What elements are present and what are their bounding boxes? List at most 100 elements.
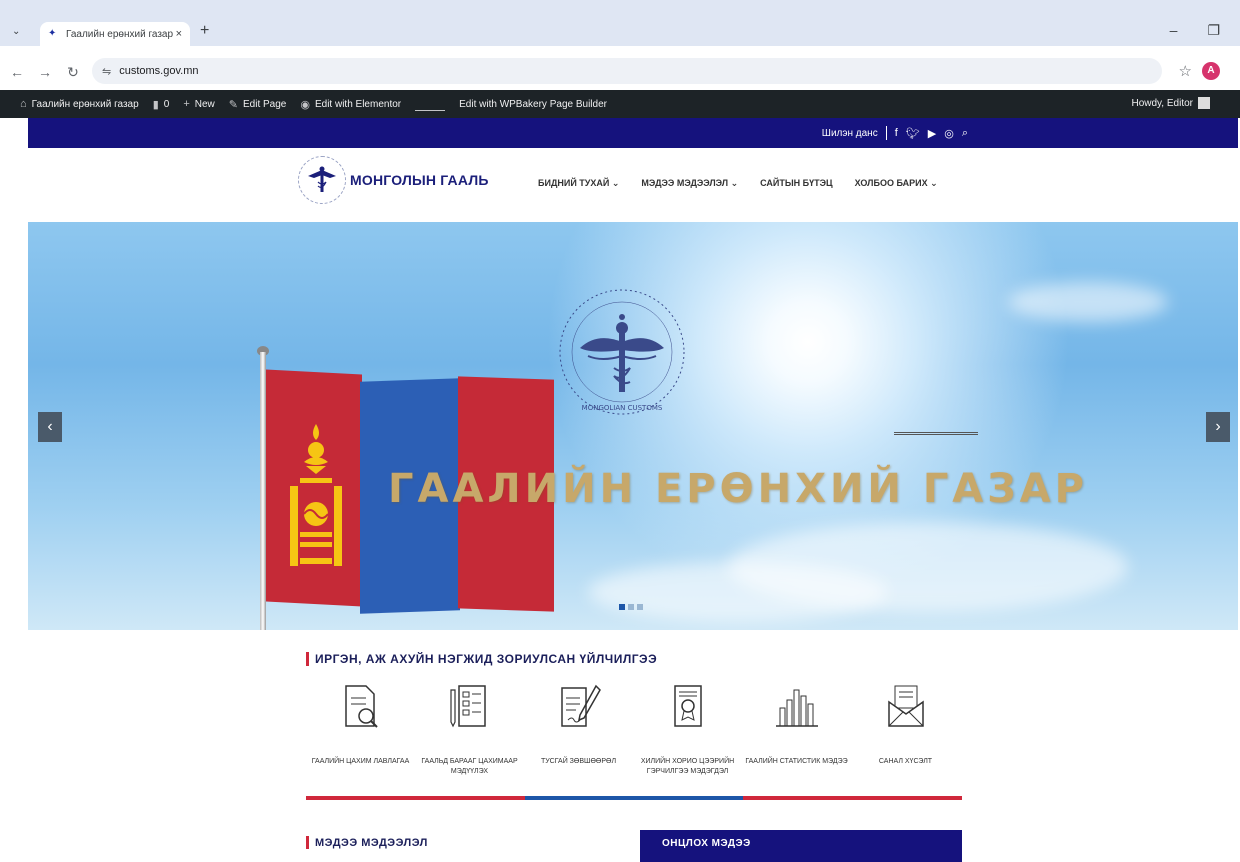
user-avatar [1198, 97, 1210, 109]
divider-red [743, 796, 963, 800]
back-arrow-icon[interactable]: ← [6, 64, 28, 80]
bar-chart-icon [775, 689, 818, 727]
permit-document-icon [560, 684, 601, 727]
tab-close-icon[interactable]: × [176, 28, 182, 40]
nav-contact[interactable]: ХОЛБОО БАРИХ ⌄ [855, 178, 938, 189]
main-nav: БИДНИЙ ТУХАЙ ⌄ МЭДЭЭ МЭДЭЭЛЭЛ ⌄ САЙТЫН Б… [538, 178, 938, 189]
profile-avatar[interactable]: A [1202, 62, 1220, 80]
slide-dot[interactable] [619, 604, 625, 610]
slide-dot[interactable] [637, 604, 643, 610]
instagram-icon[interactable]: ◎ [944, 127, 954, 140]
youtube-icon[interactable]: ▶ [928, 127, 936, 140]
slider-next-button[interactable]: › [1206, 412, 1230, 442]
nav-news[interactable]: МЭДЭЭ МЭДЭЭЛЭЛ ⌄ [641, 178, 738, 189]
envelope-icon [887, 685, 924, 727]
wp-admin-bar: ⌂ Гаалийн ерөнхий газар ▮ 0 + New ✎ Edit… [0, 90, 1240, 118]
chevron-down-icon: ⌄ [611, 178, 620, 188]
service-statistics[interactable]: ГААЛИЙН СТАТИСТИК МЭДЭЭ [742, 682, 851, 777]
site-info-icon[interactable]: ⇋ [102, 65, 111, 78]
site-logo[interactable]: МОНГОЛЫН ГААЛЬ [298, 156, 489, 204]
cloud-decoration [588, 562, 888, 622]
slider-prev-button[interactable]: ‹ [38, 412, 62, 442]
site-header: МОНГОЛЫН ГААЛЬ БИДНИЙ ТУХАЙ ⌄ МЭДЭЭ МЭДЭ… [28, 148, 1238, 222]
url-text: customs.gov.mn [119, 65, 199, 77]
nav-news-label: МЭДЭЭ МЭДЭЭЛЭЛ [641, 178, 729, 188]
howdy-label: Howdy, Editor [1131, 97, 1193, 109]
service-label: ГААЛЬД БАРААГ ЦАХИМААР МЭДҮҮЛЭХ [421, 758, 518, 775]
news-title-text: МЭДЭЭ МЭДЭЭЛЭЛ [315, 836, 428, 849]
reload-icon[interactable]: ↻ [62, 64, 84, 81]
wp-edit-page[interactable]: ✎ Edit Page [229, 98, 287, 111]
service-label: ГААЛИЙН СТАТИСТИК МЭДЭЭ [745, 758, 848, 765]
tricolor-divider [306, 796, 963, 800]
wpbakery-label: Edit with WPBakery Page Builder [459, 98, 607, 110]
wp-bar-divider [415, 97, 446, 111]
divider [885, 126, 887, 140]
services-list: ГААЛИЙН ЦАХИМ ЛАВЛАГАА ГААЛЬД БАРААГ ЦАХ… [306, 682, 962, 777]
nav-about[interactable]: БИДНИЙ ТУХАЙ ⌄ [538, 178, 619, 189]
bookmark-star-icon[interactable]: ☆ [1179, 62, 1192, 80]
divider-blue [524, 796, 744, 800]
news-title: МЭДЭЭ МЭДЭЭЛЭЛ [306, 836, 428, 849]
wp-comments[interactable]: ▮ 0 [153, 98, 170, 111]
chevron-down-icon: ⌄ [930, 178, 938, 188]
chevron-down-icon: ⌄ [730, 178, 739, 188]
service-label: ХИЛИЙН ХОРИО ЦЭЭРИЙН ГЭРЧИЛГЭЭ МЭДЭГДЭЛ [640, 758, 735, 775]
services-title-text: ИРГЭН, АЖ АХУЙН НЭГЖИД ЗОРИУЛСАН ҮЙЛЧИЛГ… [315, 652, 658, 666]
account-link[interactable]: Шилэн данс [822, 128, 878, 139]
wp-wpbakery[interactable]: Edit with WPBakery Page Builder [459, 99, 607, 110]
wp-new[interactable]: + New [183, 98, 214, 110]
twitter-icon[interactable]: 🐦︎ [906, 127, 920, 140]
slider-pagination [619, 604, 643, 610]
service-label: САНАЛ ХҮСЭЛТ [878, 758, 933, 765]
hero-slider: MONGOLIAN CUSTOMS ГААЛИЙН ЕРӨНХИЙ ГАЗАР … [28, 222, 1238, 630]
divider-red [306, 796, 525, 800]
emblem-text: MONGOLIAN CUSTOMS [582, 404, 663, 412]
browser-tab[interactable]: ✦ Гаалийн ерөнхий газар × [40, 22, 190, 46]
mongolian-customs-emblem-icon: MONGOLIAN CUSTOMS [559, 289, 685, 415]
dashboard-icon: ⌂ [20, 98, 27, 110]
services-section: ИРГЭН, АЖ АХУЙН НЭГЖИД ЗОРИУЛСАН ҮЙЛЧИЛГ… [306, 652, 963, 800]
services-title: ИРГЭН, АЖ АХУЙН НЭГЖИД ЗОРИУЛСАН ҮЙЛЧИЛГ… [306, 652, 962, 666]
minimize-button[interactable]: – [1170, 22, 1178, 39]
soyombo-icon [290, 424, 342, 566]
title-accent-bar [306, 652, 309, 666]
service-e-declaration[interactable]: ГААЛЬД БАРААГ ЦАХИМААР МЭДҮҮЛЭХ [415, 682, 524, 777]
tab-search-icon[interactable]: ⌄ [12, 26, 30, 44]
forward-arrow-icon[interactable]: → [34, 64, 56, 80]
service-quarantine-certificate[interactable]: ХИЛИЙН ХОРИО ЦЭЭРИЙН ГЭРЧИЛГЭЭ МЭДЭГДЭЛ [633, 682, 742, 777]
nav-contact-label: ХОЛБОО БАРИХ [854, 178, 928, 188]
slide-dot[interactable] [628, 604, 634, 610]
elementor-label: Edit with Elementor [314, 98, 402, 110]
search-icon[interactable]: ⌕ [962, 127, 968, 140]
new-tab-button[interactable]: + [200, 22, 209, 40]
nav-sitemap[interactable]: САЙТЫН БҮТЭЦ [760, 178, 833, 189]
facebook-icon[interactable]: f [895, 127, 898, 139]
wp-elementor[interactable]: ◉ Edit with Elementor [300, 98, 401, 111]
wp-site-name[interactable]: ⌂ Гаалийн ерөнхий газар [20, 98, 139, 110]
service-feedback[interactable]: САНАЛ ХҮСЭЛТ [851, 682, 960, 777]
comments-count: 0 [163, 98, 170, 110]
logo-text: МОНГОЛЫН ГААЛЬ [350, 172, 489, 188]
top-strip-links: Шилэн данс f 🐦︎ ▶ ◎ ⌕ [822, 126, 968, 140]
featured-news-header[interactable]: ОНЦЛОХ МЭДЭЭ [640, 830, 962, 862]
nav-about-label: БИДНИЙ ТУХАЙ [538, 178, 610, 188]
service-label: ТУСГАЙ ЗӨВШӨӨРӨЛ [540, 758, 617, 765]
service-special-permit[interactable]: ТУСГАЙ ЗӨВШӨӨРӨЛ [524, 682, 633, 777]
restore-button[interactable]: ❐ [1207, 22, 1220, 39]
top-strip: Шилэн данс f 🐦︎ ▶ ◎ ⌕ [28, 118, 1238, 148]
service-e-reference[interactable]: ГААЛИЙН ЦАХИМ ЛАВЛАГАА [306, 682, 415, 777]
comment-icon: ▮ [152, 98, 159, 111]
elementor-icon: ◉ [300, 98, 310, 111]
wp-howdy[interactable]: Howdy, Editor [1131, 97, 1210, 109]
pencil-icon: ✎ [228, 98, 238, 111]
tab-title: Гаалийн ерөнхий газар [66, 28, 174, 40]
new-label: New [194, 98, 215, 110]
hero-title: ГААЛИЙН ЕРӨНХИЙ ГАЗАР [388, 466, 1088, 512]
decorative-line [894, 432, 978, 435]
customs-emblem-icon [298, 156, 346, 204]
url-field[interactable]: ⇋ customs.gov.mn [92, 58, 1162, 84]
address-bar-row: ← → ↻ ⇋ customs.gov.mn ☆ A [0, 56, 1240, 88]
edit-page-label: Edit Page [242, 98, 287, 110]
cloud-decoration [1008, 282, 1168, 322]
